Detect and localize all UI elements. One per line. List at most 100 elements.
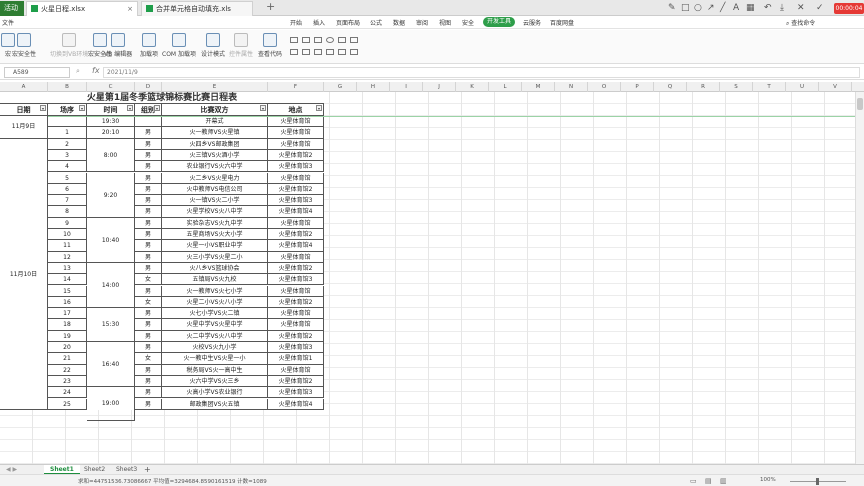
column-header-l[interactable]: L [489,82,522,92]
row-no[interactable]: 6 [48,183,87,196]
view-code-button[interactable]: 查看代码 [258,33,282,58]
row-match[interactable]: 火六中学VS火三乡 [162,375,268,388]
row-match[interactable]: 农业银行VS火六中学 [162,161,268,173]
vb-editor-button[interactable]: VB 编辑器 [104,33,132,58]
row-match[interactable]: 火八乡VS篮球协会 [162,262,268,275]
row-venue[interactable]: 火星体育馆2 [268,262,324,275]
date-cell-2[interactable]: 11月10日 [0,138,48,410]
row-match[interactable]: 火三小学VS火星二小 [162,251,268,263]
row-venue[interactable]: 火星体育馆2 [268,229,324,241]
header-0[interactable]: 日期 ▾ [0,104,48,116]
row-match[interactable]: 火高小学VS农业银行 [162,387,268,399]
row-no[interactable]: 19 [48,330,87,342]
scroll-thumb[interactable] [857,98,863,110]
zoom-level[interactable]: 100% [760,477,776,483]
time-cell[interactable]: 10:40 [87,217,135,263]
row-venue[interactable]: 火星体育馆2 [268,149,324,162]
column-header-n[interactable]: N [555,82,588,92]
row-group[interactable]: 男 [135,387,162,399]
row-match[interactable]: 五镇局VS火九校 [162,274,268,286]
zoom-magnifier-icon[interactable]: ⌕ [76,67,80,76]
row-no[interactable]: 8 [48,206,87,218]
row-venue[interactable]: 火星体育馆3 [268,161,324,173]
filter-dropdown-icon[interactable]: ▾ [154,105,160,111]
column-header-t[interactable]: T [753,82,786,92]
row-venue[interactable]: 火星体育馆2 [268,183,324,196]
formula-input[interactable]: 2021/11/9 [103,67,860,78]
row-no[interactable]: 11 [48,240,87,252]
vertical-scrollbar[interactable] [855,92,864,464]
row-no[interactable]: 21 [48,353,87,365]
row-group[interactable]: 男 [135,217,162,229]
home-tab[interactable]: 活动 [0,1,24,16]
column-header-i[interactable]: I [390,82,423,92]
date-cell-1[interactable]: 11月9日 [0,116,48,139]
row-match[interactable]: 五星商场VS火大小学 [162,229,268,241]
row-no[interactable]: 4 [48,161,87,173]
row-group[interactable]: 男 [135,262,162,275]
column-header-u[interactable]: U [786,82,819,92]
file-menu[interactable]: 文件 [2,18,14,27]
opening-no[interactable] [48,116,87,128]
filter-dropdown-icon[interactable]: ▾ [40,105,46,111]
combobox-control-icon[interactable] [350,37,358,43]
row-no[interactable]: 10 [48,229,87,241]
normal-view-icon[interactable]: ▭ [690,477,697,485]
column-header-v[interactable]: V [819,82,852,92]
macro-security-button[interactable]: 宏安全性 [12,33,36,58]
filter-dropdown-icon[interactable]: ▾ [127,105,133,111]
sheet-grid[interactable]: 火星第1届冬季篮球锦标赛比赛日程表 日期 ▾ 场序 ▾ 时间 ▾ 组别 ▾ 比赛双方 ▾ 地点 ▾ 19… [0,92,864,464]
column-header-d[interactable]: D [135,82,162,92]
row-no[interactable]: 9 [48,217,87,229]
row-venue[interactable]: 火星体育馆 [268,251,324,263]
circle-icon[interactable]: ○ [694,3,702,13]
checkbox-control-icon[interactable] [290,37,298,43]
header-5[interactable]: 地点 ▾ [268,104,324,116]
button-control-icon[interactable] [314,37,322,43]
rectangle-icon[interactable]: □ [681,3,690,13]
row-venue[interactable]: 火星体育馆3 [268,274,324,286]
row-match[interactable]: 火校VS火九小学 [162,342,268,354]
row-group[interactable]: 男 [135,342,162,354]
time-cell[interactable]: 16:40 [87,342,135,388]
menu-developer-tools[interactable]: 开发工具 [483,17,516,27]
close-icon[interactable]: × [127,2,133,16]
line-icon[interactable]: ╱ [720,3,725,13]
row-venue[interactable]: 火星体育馆2 [268,375,324,388]
spinner-control-icon[interactable] [302,49,310,55]
radio-control-icon[interactable] [326,37,334,43]
zoom-slider-handle[interactable] [816,478,819,485]
row-venue[interactable]: 火星体育馆4 [268,398,324,410]
workbook-tab-1[interactable]: 火星日程.xlsx × [26,1,138,16]
row-match[interactable]: 火一镇VS火二小学 [162,195,268,207]
label-control-icon[interactable] [290,49,298,55]
column-header-p[interactable]: P [621,82,654,92]
menu-review[interactable]: 审阅 [416,18,428,27]
menu-page-layout[interactable]: 页面布局 [336,18,360,27]
row-match[interactable]: 火三镇VS火酒小学 [162,149,268,162]
column-header-f[interactable]: F [268,82,324,92]
row-group[interactable]: 男 [135,195,162,207]
row-venue[interactable]: 火星体育馆3 [268,342,324,354]
image-control-icon[interactable] [326,49,334,55]
row-no[interactable]: 14 [48,274,87,286]
row-venue[interactable]: 火星体育馆3 [268,195,324,207]
opening-time[interactable]: 19:30 [87,116,135,128]
com-addins-button[interactable]: COM 加载项 [162,33,196,58]
row-group[interactable]: 男 [135,172,162,184]
row-match[interactable]: 火星中学VS火星中学 [162,319,268,331]
column-header-h[interactable]: H [357,82,390,92]
row-venue[interactable]: 火星体育馆 [268,308,324,320]
close-icon[interactable]: ✕ [797,3,805,13]
time-cell[interactable]: 9:20 [87,172,135,218]
row-match[interactable]: 火中教师VS电信公司 [162,183,268,196]
row-no[interactable]: 16 [48,296,87,309]
row-venue[interactable]: 火星体育馆4 [268,206,324,218]
row-no[interactable]: 17 [48,308,87,320]
row-match[interactable]: 火星二小VS火八小学 [162,296,268,309]
fx-icon[interactable]: fx [92,66,100,75]
column-header-s[interactable]: S [720,82,753,92]
column-header-g[interactable]: G [324,82,357,92]
row-venue[interactable]: 火星体育馆 [268,127,324,139]
row-match[interactable]: 火一教师VS火星镇 [162,127,268,139]
